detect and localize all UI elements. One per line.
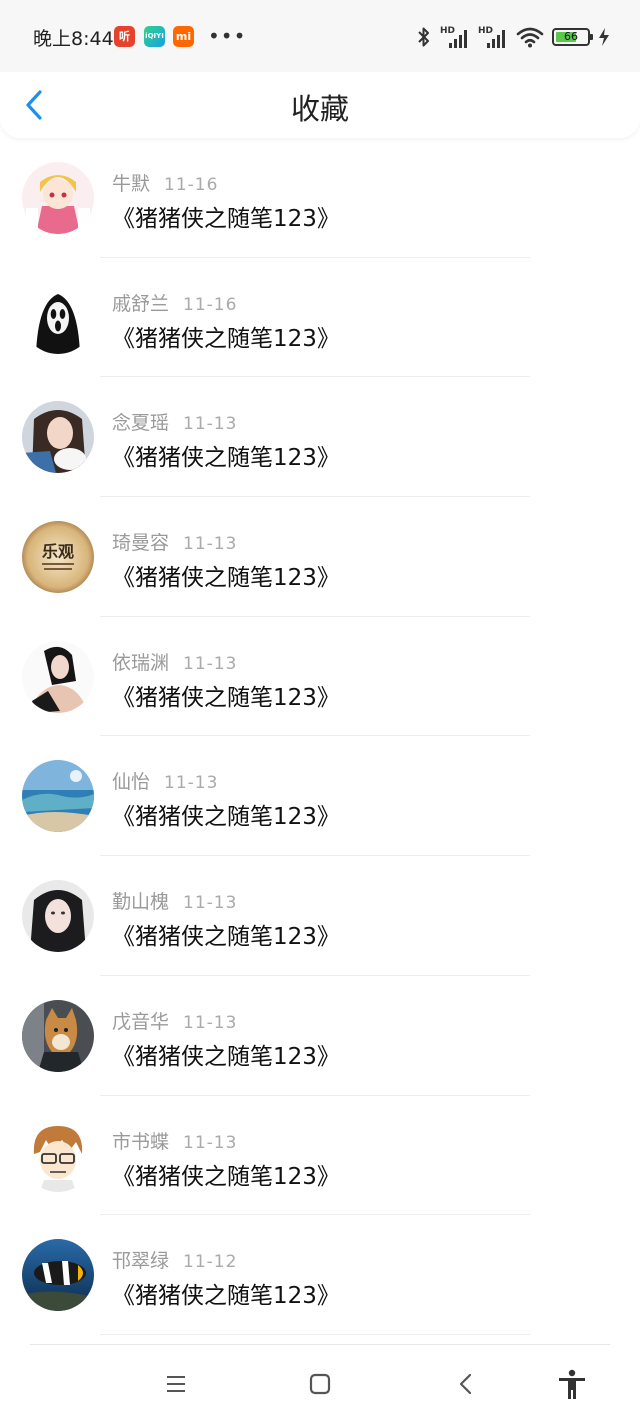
- item-date: 11-13: [183, 893, 238, 914]
- wifi-icon: [516, 27, 544, 48]
- author-name: 依瑞渊: [112, 651, 170, 674]
- avatar-text: 乐观: [42, 542, 74, 561]
- bluetooth-icon: [418, 27, 429, 47]
- item-title: 《猪猪侠之随笔123》: [112, 445, 340, 472]
- item-meta: 戚舒兰 11-16: [112, 289, 237, 316]
- mi-app-icon: mi: [173, 26, 194, 47]
- list-item[interactable]: 仙怡 11-13 《猪猪侠之随笔123》: [0, 736, 640, 857]
- back-arrow-icon: [26, 90, 42, 120]
- item-date: 11-13: [183, 1132, 238, 1153]
- nav-back-button[interactable]: [450, 1368, 482, 1400]
- iqiyi-app-icon: iQIYI: [144, 26, 165, 47]
- item-title: 《猪猪侠之随笔123》: [112, 565, 340, 592]
- list-item[interactable]: 乐观 琦曼容 11-13 《猪猪侠之随笔123》: [0, 497, 640, 617]
- list-item[interactable]: 戊音华 11-13 《猪猪侠之随笔123》: [0, 976, 640, 1096]
- item-date: 11-16: [164, 175, 219, 195]
- item-meta: 牛默 11-16: [112, 169, 218, 196]
- favorites-list: 牛默 11-16 《猪猪侠之随笔123》 戚舒兰 11-16 《猪猪侠之随笔123》: [0, 138, 640, 1335]
- list-item[interactable]: 勤山槐 11-13 《猪猪侠之随笔123》: [0, 856, 640, 976]
- menu-icon: [167, 1376, 185, 1392]
- system-nav-bar: [0, 1344, 640, 1422]
- avatar: [22, 401, 94, 474]
- home-icon: [309, 1373, 331, 1395]
- author-name: 勤山槐: [112, 891, 170, 914]
- author-name: 戚舒兰: [112, 292, 170, 315]
- item-meta: 仙怡 11-13: [112, 767, 218, 794]
- signal-hd-label: HD: [440, 26, 455, 36]
- list-item[interactable]: 念夏瑶 11-13 《猪猪侠之随笔123》: [0, 377, 640, 498]
- battery-icon: 66: [552, 28, 593, 46]
- list-item[interactable]: 牛默 11-16 《猪猪侠之随笔123》: [0, 138, 640, 258]
- item-date: 11-12: [183, 1252, 238, 1273]
- signal-hd-icon-2: HD: [478, 26, 505, 48]
- back-icon: [459, 1373, 472, 1395]
- item-date: 11-16: [183, 294, 238, 315]
- item-title: 《猪猪侠之随笔123》: [112, 1163, 340, 1190]
- status-time: 晚上8:44: [33, 28, 114, 50]
- author-name: 戊音华: [112, 1010, 170, 1033]
- item-title: 《猪猪侠之随笔123》: [112, 1043, 340, 1070]
- author-name: 市书蝶: [112, 1130, 170, 1153]
- accessibility-button[interactable]: [556, 1368, 588, 1400]
- avatar: [22, 760, 94, 833]
- item-date: 11-13: [164, 773, 219, 794]
- avatar: [22, 640, 94, 713]
- status-indicators: HD HD 66: [416, 22, 610, 52]
- accessibility-icon: [559, 1369, 585, 1399]
- item-meta: 勤山槐 11-13: [112, 887, 237, 914]
- menu-button[interactable]: [160, 1368, 192, 1400]
- avatar: [22, 1239, 94, 1312]
- item-title: 《猪猪侠之随笔123》: [112, 1283, 340, 1310]
- item-meta: 市书蝶 11-13: [112, 1127, 237, 1154]
- header: 收藏: [0, 72, 640, 138]
- charging-icon: [599, 28, 609, 46]
- back-button[interactable]: [18, 82, 54, 128]
- item-meta: 邗翠绿 11-12: [112, 1246, 237, 1273]
- author-name: 琦曼容: [112, 532, 170, 555]
- item-title: 《猪猪侠之随笔123》: [112, 206, 340, 232]
- avatar: [22, 281, 94, 354]
- nav-divider: [30, 1344, 610, 1345]
- avatar: [22, 1119, 94, 1192]
- item-title: 《猪猪侠之随笔123》: [112, 684, 340, 711]
- item-meta: 戊音华 11-13: [112, 1007, 237, 1034]
- author-name: 牛默: [112, 173, 151, 195]
- author-name: 仙怡: [112, 771, 151, 794]
- signal-hd-icon: HD: [440, 26, 467, 48]
- avatar: 乐观: [22, 521, 94, 594]
- item-title: 《猪猪侠之随笔123》: [112, 325, 340, 352]
- battery-level: 66: [564, 30, 578, 43]
- item-meta: 依瑞渊 11-13: [112, 648, 237, 675]
- author-name: 邗翠绿: [112, 1250, 170, 1273]
- page-title: 收藏: [290, 92, 349, 126]
- author-name: 念夏瑶: [112, 412, 170, 435]
- item-meta: 琦曼容 11-13: [112, 528, 237, 555]
- item-date: 11-13: [183, 1012, 238, 1033]
- avatar: [22, 162, 94, 234]
- ting-app-icon: 听: [114, 26, 135, 47]
- list-item[interactable]: 依瑞渊 11-13 《猪猪侠之随笔123》: [0, 617, 640, 737]
- item-title: 《猪猪侠之随笔123》: [112, 924, 340, 951]
- list-item[interactable]: 邗翠绿 11-12 《猪猪侠之随笔123》: [0, 1215, 640, 1335]
- item-meta: 念夏瑶 11-13: [112, 408, 237, 435]
- more-notifications-icon: •••: [208, 24, 247, 48]
- item-title: 《猪猪侠之随笔123》: [112, 804, 340, 831]
- avatar: [22, 880, 94, 953]
- avatar: [22, 999, 94, 1072]
- item-date: 11-13: [183, 653, 238, 674]
- list-item[interactable]: 市书蝶 11-13 《猪猪侠之随笔123》: [0, 1096, 640, 1216]
- home-button[interactable]: [304, 1368, 336, 1400]
- item-date: 11-13: [183, 534, 238, 555]
- signal-hd-label-2: HD: [478, 26, 493, 36]
- status-bar: 晚上8:44 听 iQIYI mi ••• HD HD 66: [0, 0, 640, 72]
- item-date: 11-13: [183, 414, 238, 435]
- list-item[interactable]: 戚舒兰 11-16 《猪猪侠之随笔123》: [0, 258, 640, 378]
- divider: [100, 1333, 530, 1335]
